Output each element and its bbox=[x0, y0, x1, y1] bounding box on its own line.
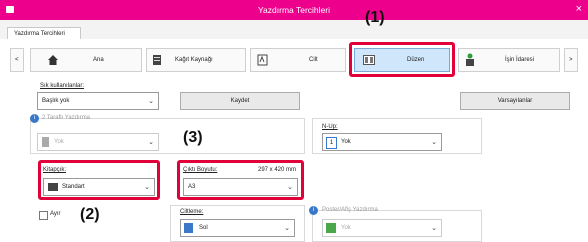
nav-next-label: > bbox=[569, 57, 573, 63]
paper-tray-icon bbox=[152, 54, 162, 68]
chevron-down-icon: ⌄ bbox=[148, 98, 154, 105]
poster-value: Yok bbox=[341, 225, 351, 231]
nav-item-label: Ana bbox=[93, 57, 104, 63]
nav-item-binding[interactable]: Cilt bbox=[250, 48, 346, 72]
nav-prev-label: < bbox=[15, 57, 19, 63]
favorites-dropdown[interactable]: Başlık yok ⌄ bbox=[37, 92, 159, 110]
chevron-down-icon: ⌄ bbox=[431, 139, 437, 146]
duplex-dropdown[interactable]: Yok ⌄ bbox=[37, 133, 159, 151]
tab-checkbox[interactable] bbox=[39, 211, 48, 220]
highlight-output-size bbox=[177, 160, 304, 200]
chevron-down-icon: ⌄ bbox=[148, 139, 154, 146]
left-binding-icon bbox=[184, 223, 193, 233]
callout-1: (1) bbox=[365, 9, 385, 26]
nav-next-button[interactable]: > bbox=[564, 48, 578, 72]
nav-prev-button[interactable]: < bbox=[10, 48, 24, 72]
nav-item-label: İşin İdaresi bbox=[505, 57, 535, 63]
stapling-dropdown[interactable]: Sol ⌄ bbox=[180, 219, 295, 237]
single-sided-icon bbox=[42, 137, 49, 147]
nav-item-label: Cilt bbox=[309, 57, 318, 63]
highlight-booklet bbox=[38, 160, 160, 200]
poster-label: Poster/Afiş Yazdırma bbox=[322, 207, 378, 213]
favorites-label: Sık kullanılanlar: bbox=[40, 83, 85, 89]
favorites-value: Başlık yok bbox=[42, 98, 70, 104]
duplex-label: 2 Taraflı Yazdırma bbox=[42, 115, 91, 121]
poster-icon bbox=[326, 223, 336, 233]
chevron-down-icon: ⌄ bbox=[284, 225, 290, 232]
job-handling-icon bbox=[465, 53, 475, 69]
nup-dropdown[interactable]: 1 Yok ⌄ bbox=[322, 133, 442, 151]
defaults-button[interactable]: Varsayılanlar bbox=[460, 92, 570, 110]
info-icon: i bbox=[309, 206, 318, 215]
binding-icon bbox=[257, 54, 268, 68]
home-icon bbox=[47, 54, 59, 68]
stapling-label: Ciltleme: bbox=[180, 209, 204, 215]
tab-checkbox-label: Ayır bbox=[50, 211, 61, 217]
nav-item-paper-source[interactable]: Kağıt Kaynağı bbox=[146, 48, 246, 72]
chevron-down-icon: ⌄ bbox=[431, 225, 437, 232]
nup-one-icon: 1 bbox=[326, 137, 337, 149]
info-icon: i bbox=[30, 114, 39, 123]
nup-label: N-Up: bbox=[322, 124, 338, 130]
close-icon[interactable]: × bbox=[576, 3, 582, 15]
poster-dropdown[interactable]: Yok ⌄ bbox=[322, 219, 442, 237]
duplex-value: Yok bbox=[54, 139, 64, 145]
title-bar: Yazdırma Tercihleri × bbox=[0, 0, 588, 20]
callout-3: (3) bbox=[183, 129, 203, 146]
highlight-layout-tab bbox=[349, 42, 455, 77]
nup-value: Yok bbox=[341, 139, 351, 145]
save-button[interactable]: Kaydet bbox=[180, 92, 300, 110]
window-title: Yazdırma Tercihleri bbox=[258, 5, 330, 15]
category-nav: < Ana Kağıt Kaynağı Cilt Düzen İşin İdar… bbox=[10, 48, 578, 74]
nav-item-label: Kağıt Kaynağı bbox=[175, 57, 213, 63]
nav-item-home[interactable]: Ana bbox=[30, 48, 142, 72]
stapling-value: Sol bbox=[199, 225, 208, 231]
tab-strip bbox=[0, 20, 588, 40]
nav-item-job-handling[interactable]: İşin İdaresi bbox=[458, 48, 560, 72]
callout-2: (2) bbox=[80, 206, 100, 223]
